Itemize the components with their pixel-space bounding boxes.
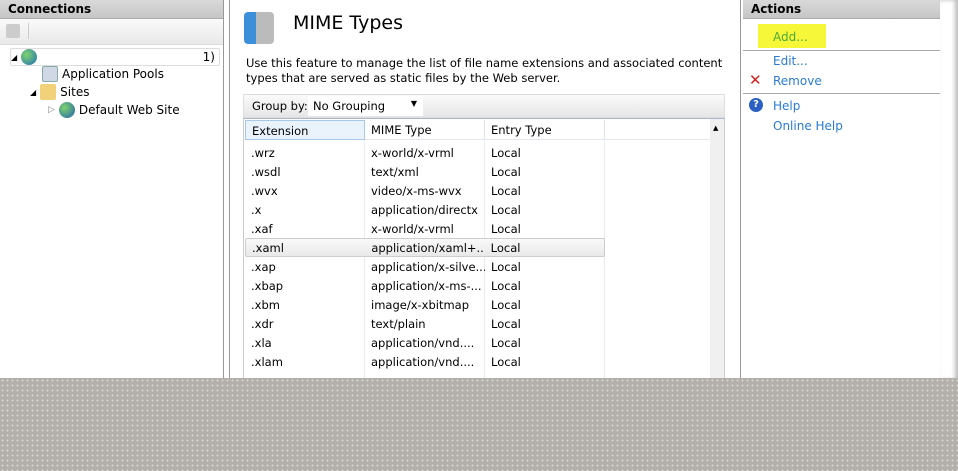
cell-mime-type: image/x-xbitmap: [371, 297, 470, 312]
cell-mime-type: application/directx: [371, 202, 478, 217]
table-row[interactable]: .wrz x-world/x-vrml Local: [245, 143, 605, 162]
remove-icon: ✕: [749, 71, 762, 89]
tree-server-node[interactable]: ◢ 1): [10, 48, 220, 66]
table-row[interactable]: .xaf x-world/x-vrml Local: [245, 219, 605, 238]
column-extension[interactable]: Extension: [245, 119, 365, 140]
globe-icon: [58, 102, 75, 118]
cell-extension: .wsdl: [251, 164, 281, 179]
server-name: 1): [202, 50, 215, 64]
torn-edge: [940, 0, 958, 380]
table-row[interactable]: .wsdl text/xml Local: [245, 162, 605, 181]
table-row[interactable]: .xla application/vnd.... Local: [245, 333, 605, 352]
cell-mime-type: application/x-ms-...: [371, 278, 482, 293]
table-row[interactable]: .xbap application/x-ms-... Local: [245, 276, 605, 295]
label: Sites: [60, 85, 90, 99]
connect-icon[interactable]: [6, 24, 20, 38]
table-row[interactable]: .wvx video/x-ms-wvx Local: [245, 181, 605, 200]
page-title: MIME Types: [293, 12, 403, 34]
torn-background: [0, 378, 958, 471]
cell-extension: .wrz: [251, 145, 275, 160]
cell-extension: .xap: [251, 259, 276, 274]
column-mime-type[interactable]: MIME Type: [365, 119, 485, 140]
table-row[interactable]: .xbm image/x-xbitmap Local: [245, 295, 605, 314]
cell-entry-type: Local: [491, 335, 521, 350]
cell-entry-type: Local: [491, 354, 521, 369]
actions-title: Actions: [743, 0, 943, 19]
group-by-bar: Group by: No Grouping ▼: [243, 94, 725, 118]
cell-entry-type: Local: [491, 164, 521, 179]
table-row[interactable]: .x application/directx Local: [245, 200, 605, 219]
table-row[interactable]: .xlam application/vnd.... Local: [245, 352, 605, 371]
group-by-label: Group by:: [252, 99, 308, 113]
cell-entry-type: Local: [491, 202, 521, 217]
feature-pane: MIME Types Use this feature to manage th…: [229, 0, 741, 380]
vertical-scrollbar[interactable]: ▲: [710, 119, 724, 379]
cell-entry-type: Local: [491, 278, 521, 293]
add-action[interactable]: Add...: [773, 30, 808, 44]
cell-extension: .wvx: [251, 183, 278, 198]
cell-mime-type: application/xaml+...: [371, 240, 485, 255]
mime-types-table: Extension MIME Type Entry Type .wrz x-wor…: [243, 118, 725, 380]
cell-extension: .xaml: [252, 240, 284, 255]
mime-types-icon: [244, 12, 274, 44]
help-icon: ?: [749, 98, 763, 112]
tree-sites[interactable]: ◢ Sites: [30, 84, 89, 100]
cell-mime-type: x-world/x-vrml: [371, 145, 454, 160]
scroll-up-icon[interactable]: ▲: [713, 124, 718, 132]
table-header: Extension MIME Type Entry Type: [245, 119, 605, 140]
table-row[interactable]: .xap application/x-silve... Local: [245, 257, 605, 276]
toolbar-divider: [28, 23, 29, 39]
cell-mime-type: video/x-ms-wvx: [371, 183, 462, 198]
online-help-action[interactable]: Online Help: [773, 119, 843, 133]
cell-extension: .xla: [251, 335, 272, 350]
connections-title: Connections: [0, 0, 223, 19]
remove-action[interactable]: Remove: [773, 74, 822, 88]
actions-pane: Actions Add... Edit... ✕ Remove ? Help O…: [743, 0, 943, 380]
feature-description: Use this feature to manage the list of f…: [246, 56, 723, 85]
group-by-value: No Grouping: [313, 99, 386, 113]
server-icon: [21, 49, 38, 65]
group-by-select[interactable]: No Grouping ▼: [308, 96, 423, 116]
column-filler: [605, 120, 710, 140]
cell-mime-type: application/vnd....: [371, 335, 475, 350]
cell-mime-type: application/vnd....: [371, 354, 475, 369]
cell-extension: .x: [251, 202, 262, 217]
cell-entry-type: Local: [491, 259, 521, 274]
tree-application-pools[interactable]: Application Pools: [42, 66, 164, 82]
connections-pane: Connections ◢ 1) Application Pools ◢ Site…: [0, 0, 224, 380]
cell-entry-type: Local: [491, 316, 521, 331]
table-row[interactable]: .xdr text/plain Local: [245, 314, 605, 333]
cell-extension: .xaf: [251, 221, 273, 236]
cell-entry-type: Local: [491, 297, 521, 312]
cell-entry-type: Local: [490, 240, 521, 255]
sites-folder-icon: [40, 84, 57, 100]
cell-entry-type: Local: [491, 145, 521, 160]
tree-default-web-site[interactable]: ▷ Default Web Site: [48, 102, 180, 118]
connections-toolbar: [0, 19, 223, 45]
column-entry-type[interactable]: Entry Type: [485, 119, 605, 140]
cell-entry-type: Local: [491, 183, 521, 198]
chevron-down-icon: ▼: [410, 99, 417, 108]
cell-extension: .xdr: [251, 316, 274, 331]
cell-extension: .xlam: [251, 354, 283, 369]
cell-mime-type: text/plain: [371, 316, 426, 331]
edit-action[interactable]: Edit...: [773, 54, 808, 68]
cell-mime-type: x-world/x-vrml: [371, 221, 454, 236]
cell-mime-type: text/xml: [371, 164, 419, 179]
cell-mime-type: application/x-silve...: [371, 259, 485, 274]
cell-extension: .xbap: [251, 278, 284, 293]
label: Default Web Site: [78, 103, 180, 117]
cell-extension: .xbm: [251, 297, 280, 312]
table-row[interactable]: .xaml application/xaml+... Local: [245, 238, 605, 257]
label: Application Pools: [62, 67, 164, 81]
cell-entry-type: Local: [491, 221, 521, 236]
app-pools-icon: [42, 66, 58, 82]
help-action[interactable]: Help: [773, 99, 800, 113]
